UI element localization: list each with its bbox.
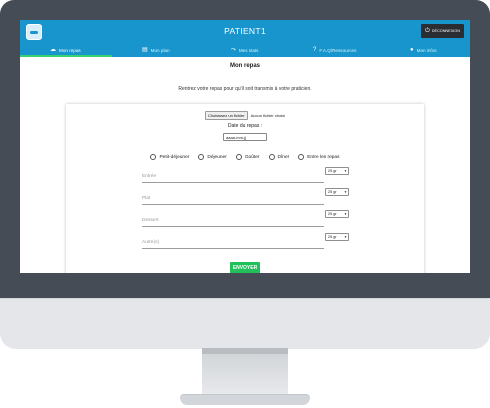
- monitor-chin: [0, 298, 490, 349]
- field-placeholder: Plat: [142, 196, 151, 201]
- qty-select-plat[interactable]: 25 gr ▼: [325, 188, 349, 196]
- trend-icon: ⤳: [231, 47, 236, 53]
- qty-value: 25 gr: [328, 169, 337, 173]
- monitor-stand-base: [180, 394, 310, 405]
- qty-select-autres[interactable]: 25 gr ▼: [325, 233, 349, 241]
- field-placeholder: Dessert: [142, 218, 159, 223]
- app-screen: PATIENT1 ⏻ DÉCONNEXION ☁ Mon repas ▤ Mon…: [20, 20, 470, 273]
- tab-mes-stats[interactable]: ⤳ Mes stats: [231, 43, 258, 57]
- qty-value: 25 gr: [328, 235, 337, 239]
- radio-circle: [268, 154, 275, 160]
- top-bar: PATIENT1 ⏻ DÉCONNEXION: [20, 20, 470, 43]
- radio-label: Dîner: [277, 154, 290, 160]
- meal-form: Choisissez un fichier Aucun fichier choi…: [66, 104, 424, 273]
- app-title: PATIENT1: [224, 26, 266, 36]
- document-icon: ▤: [142, 47, 148, 53]
- radio-diner[interactable]: Dîner: [268, 154, 290, 160]
- page-title: Mon repas: [229, 63, 260, 69]
- chevron-down-icon: ▼: [344, 212, 347, 216]
- page-intro: Rentrez votre repas pour qu'il soit tran…: [178, 86, 312, 92]
- dessert-field[interactable]: Dessert: [142, 217, 324, 227]
- radio-label: Goûter: [244, 154, 260, 160]
- logout-button[interactable]: ⏻ DÉCONNEXION: [420, 24, 464, 38]
- monitor-stand-neck: [202, 348, 288, 396]
- date-label: Date du repas :: [227, 123, 263, 129]
- tab-label: Mon repas: [59, 47, 81, 53]
- radio-petit-dejeuner[interactable]: Petit-déjeuner: [150, 154, 189, 160]
- monitor-frame: PATIENT1 ⏻ DÉCONNEXION ☁ Mon repas ▤ Mon…: [0, 0, 490, 300]
- power-icon: ⏻: [424, 28, 430, 34]
- radio-gouter[interactable]: Goûter: [235, 154, 260, 160]
- qty-select-dessert[interactable]: 25 gr ▼: [325, 210, 349, 218]
- radio-circle: [150, 154, 157, 160]
- autres-field[interactable]: Autre(s): [142, 239, 324, 249]
- cloud-upload-icon: ☁: [50, 47, 56, 53]
- tab-label: F.A.Q/Ressources: [319, 47, 357, 53]
- tab-faq-ressources[interactable]: ? F.A.Q/Ressources: [313, 43, 356, 57]
- date-input[interactable]: aaaa-mm-jj: [223, 133, 267, 141]
- qty-value: 25 gr: [328, 212, 337, 216]
- radio-label: Déjeuner: [207, 154, 227, 160]
- radio-circle: [235, 154, 242, 160]
- help-icon: ?: [313, 47, 317, 53]
- chevron-down-icon: ▼: [344, 190, 347, 194]
- main-content: Mon repas Rentrez votre repas pour qu'il…: [20, 57, 470, 273]
- file-choose-button[interactable]: Choisissez un fichier: [204, 111, 248, 120]
- qty-select-entree[interactable]: 25 gr ▼: [325, 167, 349, 175]
- logout-label: DÉCONNEXION: [431, 29, 460, 33]
- field-placeholder: Autre(s): [142, 240, 160, 245]
- field-placeholder: Entrée: [142, 174, 157, 179]
- submit-button[interactable]: ENVOYER: [230, 262, 260, 273]
- plat-field[interactable]: Plat: [142, 195, 324, 205]
- tab-mon-infos[interactable]: ● Mon infos: [410, 43, 437, 57]
- radio-label: Petit-déjeuner: [159, 154, 190, 160]
- meal-type-radios: Petit-déjeuner Déjeuner Goûter Dîner Ent…: [66, 154, 424, 160]
- radio-circle: [198, 154, 205, 160]
- radio-entre-les-repas[interactable]: Entre les repas: [298, 154, 340, 160]
- radio-label: Entre les repas: [307, 154, 340, 160]
- qty-value: 25 gr: [328, 190, 337, 194]
- tab-label: Mes stats: [238, 47, 259, 53]
- tab-label: Mon plan: [150, 47, 170, 53]
- chevron-down-icon: ▼: [344, 235, 347, 239]
- tab-mon-plan[interactable]: ▤ Mon plan: [142, 43, 170, 57]
- chevron-down-icon: ▼: [344, 169, 347, 173]
- radio-dejeuner[interactable]: Déjeuner: [198, 154, 227, 160]
- tab-label: Mon infos: [416, 47, 437, 53]
- file-status: Aucun fichier choisi: [250, 113, 286, 118]
- file-upload-row: Choisissez un fichier Aucun fichier choi…: [66, 111, 424, 120]
- entree-field[interactable]: Entrée: [142, 173, 324, 183]
- stand-shadow: [202, 348, 288, 354]
- radio-circle: [298, 154, 305, 160]
- user-icon: ●: [410, 47, 414, 53]
